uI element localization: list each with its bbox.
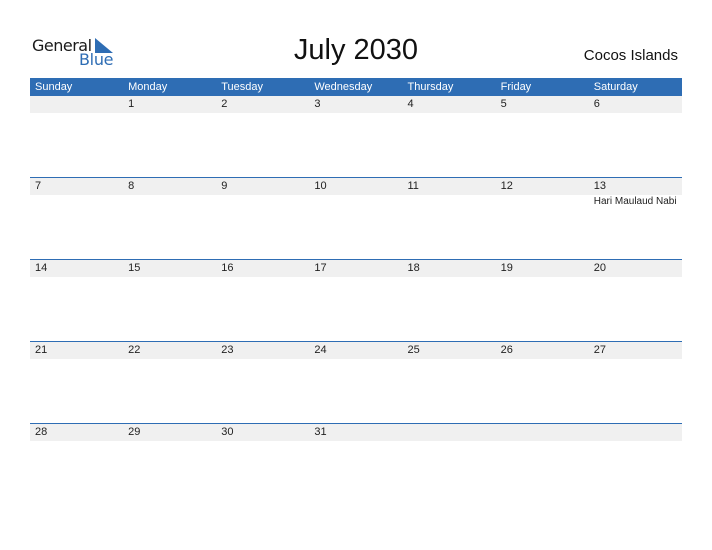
day-event: [496, 359, 589, 360]
day-number: [589, 424, 682, 441]
day-event: [30, 441, 123, 442]
day-number: 11: [407, 180, 419, 192]
day-number: 20: [593, 262, 606, 274]
day-event: [403, 359, 496, 360]
day-number: 12: [500, 180, 513, 192]
date-strip: 28 29 30 31: [30, 424, 682, 441]
day-event: [216, 113, 309, 114]
day-number: 21: [35, 344, 48, 356]
date-strip: 14 15 16 17 18 19 20: [30, 260, 682, 277]
events-row: [30, 113, 682, 114]
week-row: 1 2 3 4 5 6: [30, 96, 682, 177]
day-number: 18: [407, 262, 420, 274]
week-row: 28 29 30 31: [30, 423, 682, 505]
day-number: 28: [35, 426, 48, 438]
day-number: 13: [593, 180, 606, 192]
country-label: Cocos Islands: [583, 47, 678, 64]
day-number: 1: [128, 98, 135, 110]
day-event: [216, 359, 309, 360]
date-strip: 21 22 23 24 25 26 27: [30, 342, 682, 359]
day-event: [496, 441, 589, 442]
events-row: [30, 441, 682, 442]
day-event: [30, 195, 123, 207]
day-event: [589, 359, 682, 360]
day-number: 2: [221, 98, 228, 110]
day-event: [123, 195, 216, 207]
day-number: 22: [128, 344, 141, 356]
day-number: 10: [314, 180, 327, 192]
day-number: 26: [500, 344, 513, 356]
week-row: 7 8 9 10 11 12 13 Hari Maulaud Nabi: [30, 177, 682, 259]
calendar-grid: Sunday Monday Tuesday Wednesday Thursday…: [30, 78, 682, 505]
day-number: 23: [221, 344, 234, 356]
weeks-container: 1 2 3 4 5 6 7 8 9 10 11 12 13 Hari Maulaud Nabi 14 15 16…: [30, 96, 682, 505]
day-number: 7: [35, 180, 42, 192]
day-number: 31: [314, 426, 327, 438]
day-event: [496, 277, 589, 278]
day-event: [123, 441, 216, 442]
day-number: 27: [593, 344, 606, 356]
day-number: 24: [314, 344, 327, 356]
date-strip: 7 8 9 10 11 12 13: [30, 178, 682, 195]
day-event: [309, 195, 402, 207]
day-number: 29: [128, 426, 141, 438]
day-number: [403, 424, 496, 441]
day-event: [30, 113, 123, 114]
day-event: [403, 277, 496, 278]
day-event: [30, 277, 123, 278]
day-event: [216, 277, 309, 278]
day-event: [123, 113, 216, 114]
day-event: [403, 113, 496, 114]
weekday-thursday: Thursday: [407, 81, 454, 93]
day-event: [403, 195, 496, 207]
week-row: 14 15 16 17 18 19 20: [30, 259, 682, 341]
day-number: 6: [593, 98, 600, 110]
events-row: [30, 277, 682, 278]
day-event: [589, 441, 682, 442]
day-number: 9: [221, 180, 228, 192]
day-number: 17: [314, 262, 327, 274]
day-event: [123, 277, 216, 278]
day-number: 5: [500, 98, 507, 110]
day-number: 16: [221, 262, 234, 274]
day-event: [496, 113, 589, 114]
day-event: [216, 195, 309, 207]
day-event: [123, 359, 216, 360]
day-number: [496, 424, 589, 441]
day-number: 14: [35, 262, 48, 274]
weekday-tuesday: Tuesday: [221, 81, 264, 93]
day-event: [309, 359, 402, 360]
weekday-saturday: Saturday: [593, 81, 638, 93]
date-strip: 1 2 3 4 5 6: [30, 96, 682, 113]
events-row: Hari Maulaud Nabi: [30, 195, 682, 207]
weekday-header: Sunday Monday Tuesday Wednesday Thursday…: [30, 78, 682, 96]
day-event: [309, 441, 402, 442]
day-number: 3: [314, 98, 321, 110]
day-number: [30, 96, 123, 113]
weekday-friday: Friday: [500, 81, 532, 93]
events-row: [30, 359, 682, 360]
day-number: 19: [500, 262, 513, 274]
day-number: 4: [407, 98, 414, 110]
day-number: 8: [128, 180, 135, 192]
day-event: [216, 441, 309, 442]
weekday-wednesday: Wednesday: [314, 81, 373, 93]
day-event: [403, 441, 496, 442]
week-row: 21 22 23 24 25 26 27: [30, 341, 682, 423]
day-event: [309, 113, 402, 114]
day-event: Hari Maulaud Nabi: [593, 196, 677, 207]
day-event: [30, 359, 123, 360]
day-event: [496, 195, 589, 207]
weekday-monday: Monday: [128, 81, 168, 93]
day-event: [309, 277, 402, 278]
day-event: [589, 277, 682, 278]
day-number: 25: [407, 344, 420, 356]
weekday-sunday: Sunday: [35, 81, 73, 93]
day-number: 30: [221, 426, 234, 438]
day-event: [589, 113, 682, 114]
day-number: 15: [128, 262, 141, 274]
